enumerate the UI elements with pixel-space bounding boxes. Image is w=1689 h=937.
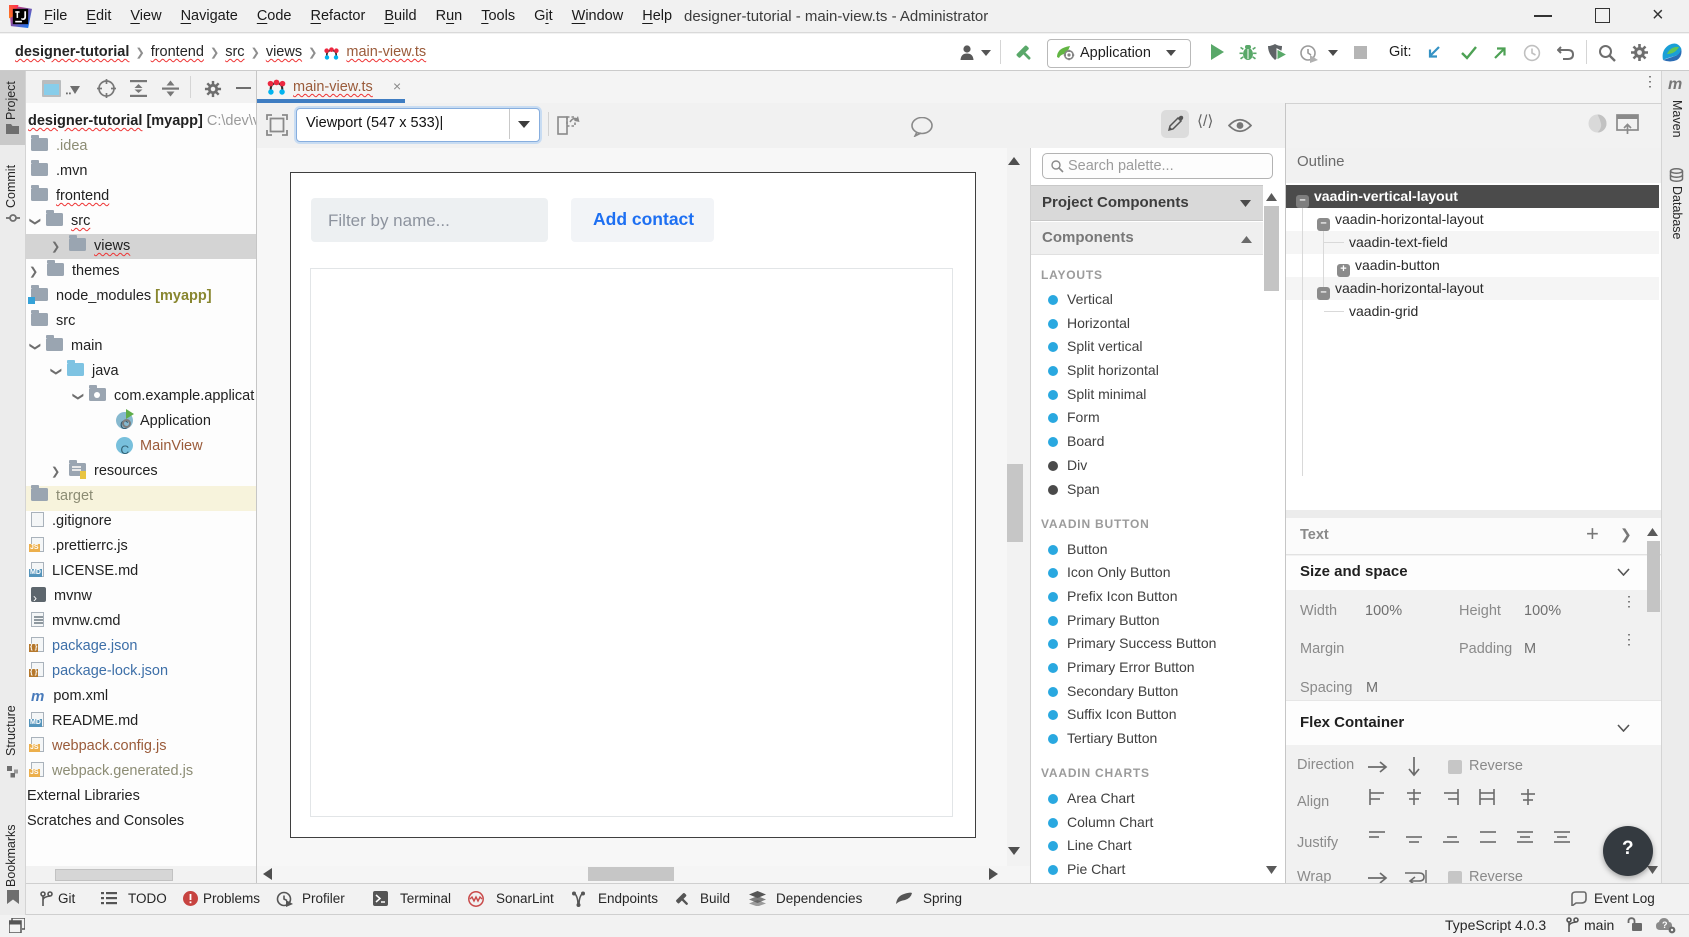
svg-text:?: ? (1662, 920, 1668, 930)
